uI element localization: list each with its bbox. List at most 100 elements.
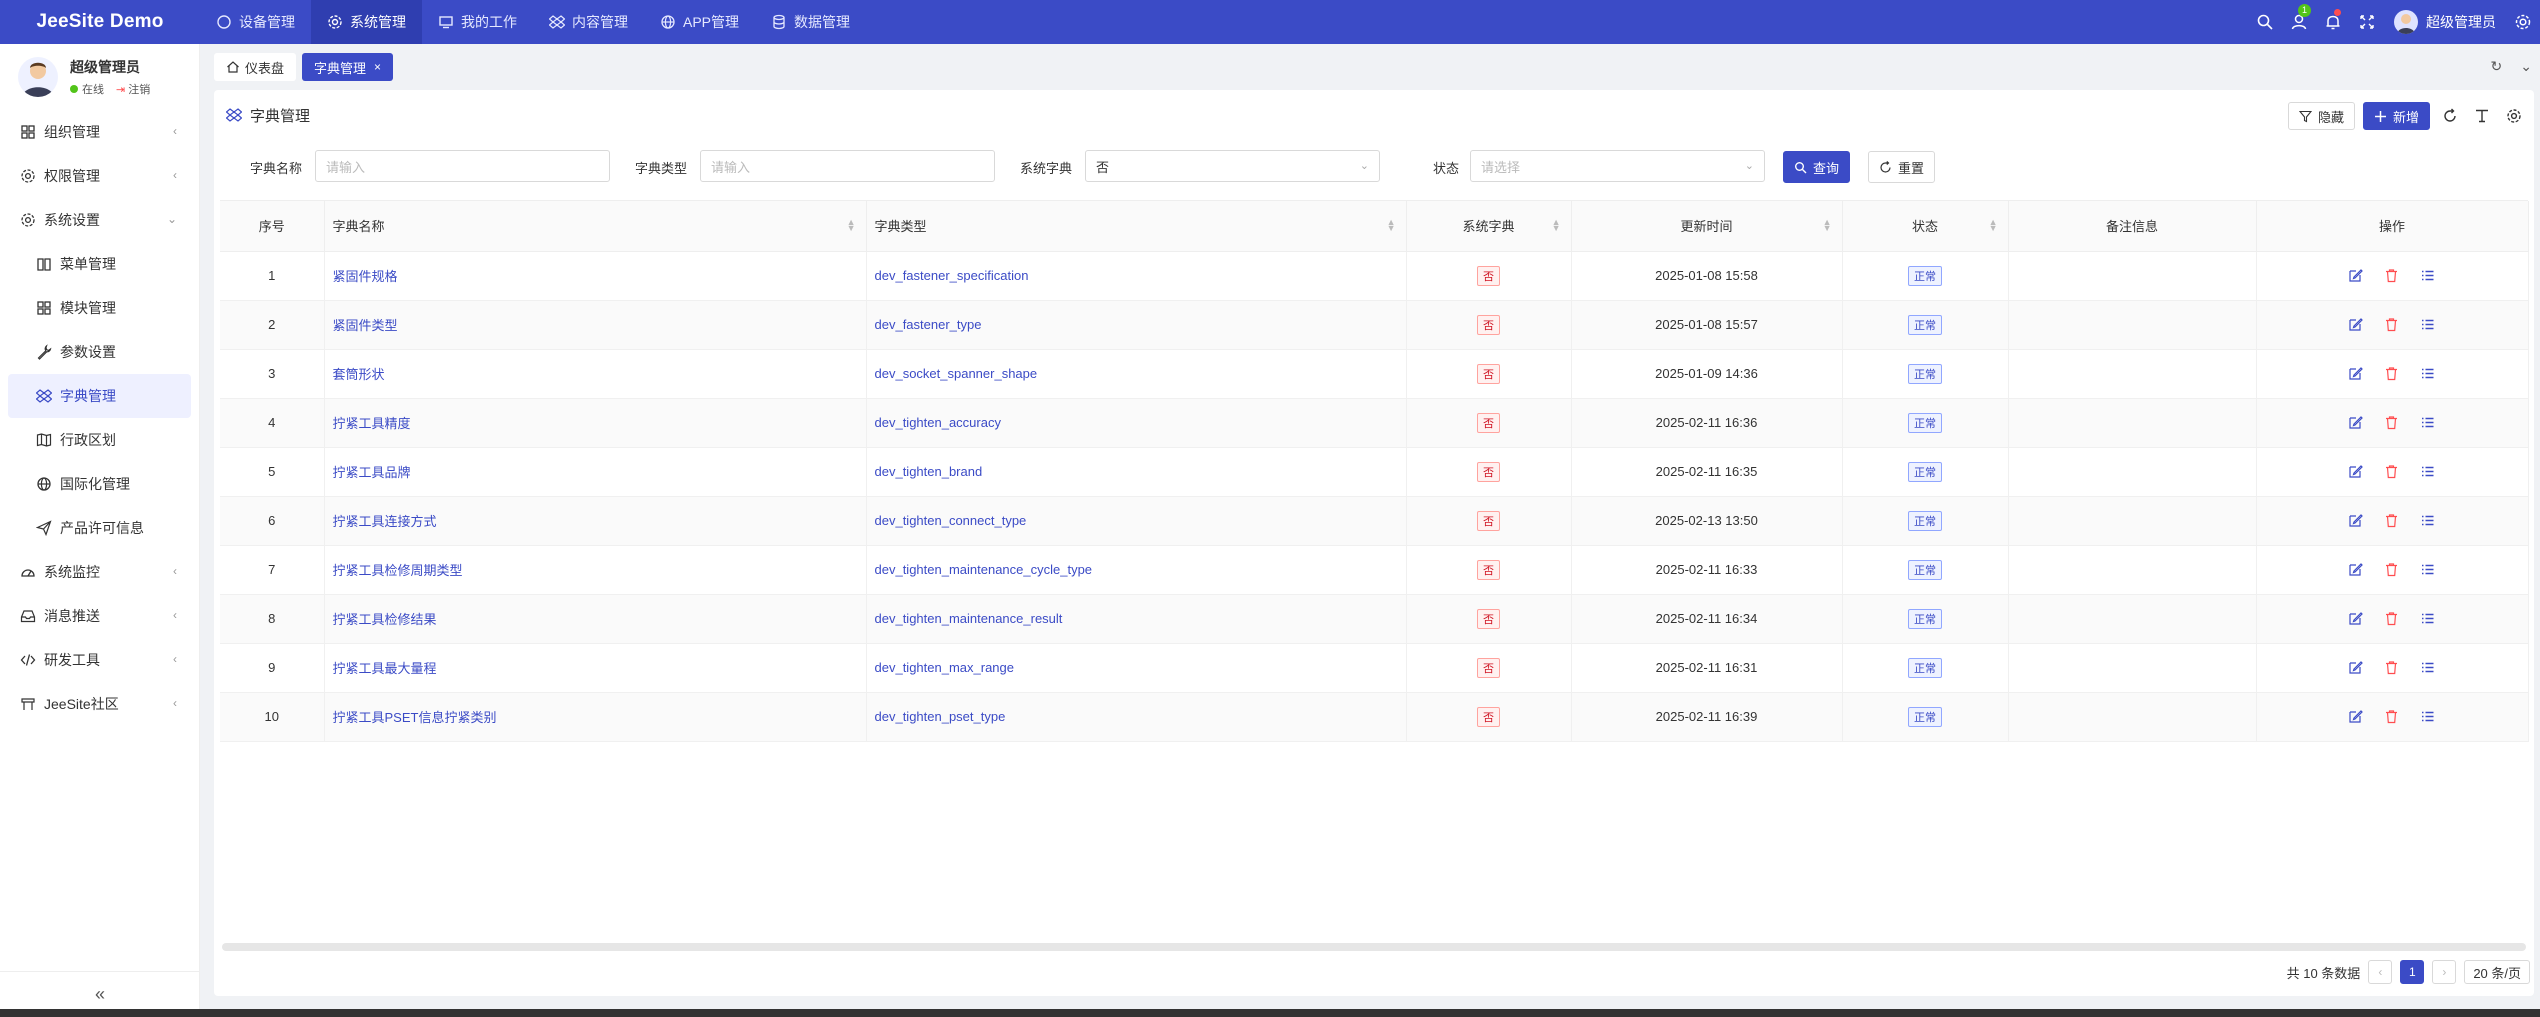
edit-icon[interactable] — [2348, 562, 2364, 578]
delete-icon[interactable] — [2384, 317, 2400, 333]
edit-icon[interactable] — [2348, 513, 2364, 529]
dict-type-link[interactable]: dev_socket_spanner_shape — [875, 366, 1038, 381]
brand-logo[interactable]: JeeSite Demo — [0, 11, 200, 33]
system-dict-select[interactable]: 否 ⌄ — [1085, 150, 1380, 182]
fullscreen-button[interactable] — [2350, 0, 2384, 44]
sort-icon[interactable]: ▲ ▼ — [1387, 218, 1396, 233]
table-row[interactable]: 9 拧紧工具最大量程 dev_tighten_max_range 否 2025-02-1… — [220, 643, 2529, 693]
dict-data-list-icon[interactable] — [2420, 268, 2436, 284]
dict-type-link[interactable]: dev_fastener_specification — [875, 268, 1029, 283]
dict-type-link[interactable]: dev_tighten_maintenance_result — [875, 611, 1063, 626]
chevron-down-icon[interactable]: ⌄ — [2520, 58, 2532, 75]
dict-name-input[interactable]: 请输入 — [315, 150, 610, 182]
dict-name-link[interactable]: 拧紧工具检修周期类型 — [333, 563, 463, 578]
edit-icon[interactable] — [2348, 317, 2364, 333]
edit-icon[interactable] — [2348, 366, 2364, 382]
reset-button[interactable]: 重置 — [1868, 151, 1936, 183]
refresh-icon[interactable]: ↻ — [2491, 58, 2503, 75]
dict-type-link[interactable]: dev_fastener_type — [875, 317, 982, 332]
edit-icon[interactable] — [2348, 709, 2364, 725]
edit-icon[interactable] — [2348, 660, 2364, 676]
sort-icon[interactable]: ▲ ▼ — [847, 218, 856, 233]
sidebar-item-monitor[interactable]: 系统监控 ‹ — [0, 550, 199, 594]
sidebar-item-push[interactable]: 消息推送 ‹ — [0, 594, 199, 638]
table-row[interactable]: 5 拧紧工具品牌 dev_tighten_brand 否 2025-02-11 16:3… — [220, 447, 2529, 497]
col-header-type[interactable]: 字典类型 ▲ ▼ — [866, 201, 1407, 252]
edit-icon[interactable] — [2348, 268, 2364, 284]
dict-type-link[interactable]: dev_tighten_connect_type — [875, 513, 1027, 528]
sidebar-item-community[interactable]: JeeSite社区 ‹ — [0, 682, 199, 726]
dict-name-link[interactable]: 紧固件类型 — [333, 318, 398, 333]
dict-name-link[interactable]: 拧紧工具连接方式 — [333, 514, 437, 529]
sort-icon[interactable]: ▲ ▼ — [1989, 218, 1998, 233]
dict-data-list-icon[interactable] — [2420, 317, 2436, 333]
search-button[interactable] — [2248, 0, 2282, 44]
sidebar-item-permission[interactable]: 权限管理 ‹ — [0, 154, 199, 198]
tab-dict-mgmt[interactable]: 字典管理 × — [302, 53, 394, 81]
online-users-button[interactable]: 1 — [2282, 0, 2316, 44]
status-select[interactable]: 请选择 ⌄ — [1470, 150, 1765, 182]
settings-button[interactable] — [2506, 0, 2540, 44]
delete-icon[interactable] — [2384, 513, 2400, 529]
topnav-item-device[interactable]: 设备管理 — [200, 0, 311, 44]
user-menu[interactable]: 超级管理员 — [2384, 10, 2506, 34]
dict-data-list-icon[interactable] — [2420, 513, 2436, 529]
table-row[interactable]: 10 拧紧工具PSET信息拧紧类别 dev_tighten_pset_type 否 20… — [220, 692, 2529, 742]
column-settings-button[interactable] — [2502, 102, 2526, 130]
dict-data-list-icon[interactable] — [2420, 709, 2436, 725]
dict-data-list-icon[interactable] — [2420, 562, 2436, 578]
edit-icon[interactable] — [2348, 611, 2364, 627]
dict-type-link[interactable]: dev_tighten_accuracy — [875, 415, 1001, 430]
dict-data-list-icon[interactable] — [2420, 415, 2436, 431]
dict-type-link[interactable]: dev_tighten_max_range — [875, 660, 1015, 675]
sidebar-item-params[interactable]: 参数设置 — [0, 330, 199, 374]
table-row[interactable]: 3 套筒形状 dev_socket_spanner_shape 否 2025-01-09… — [220, 349, 2529, 399]
query-button[interactable]: 查询 — [1783, 151, 1851, 183]
logout-icon[interactable]: ⇥ — [116, 83, 125, 96]
topnav-item-app[interactable]: APP管理 — [644, 0, 755, 44]
dict-data-list-icon[interactable] — [2420, 366, 2436, 382]
tab-dashboard[interactable]: 仪表盘 — [214, 53, 297, 81]
add-button[interactable]: 新增 — [2362, 102, 2430, 130]
dict-name-link[interactable]: 拧紧工具PSET信息拧紧类别 — [333, 710, 497, 725]
dict-name-link[interactable]: 拧紧工具检修结果 — [333, 612, 437, 627]
sidebar-item-devtools[interactable]: 研发工具 ‹ — [0, 638, 199, 682]
topnav-item-work[interactable]: 我的工作 — [422, 0, 533, 44]
sidebar-item-dict-mgmt[interactable]: 字典管理 — [8, 374, 191, 418]
delete-icon[interactable] — [2384, 415, 2400, 431]
dict-data-list-icon[interactable] — [2420, 464, 2436, 480]
col-header-time[interactable]: 更新时间 ▲ ▼ — [1571, 201, 1843, 252]
edit-icon[interactable] — [2348, 415, 2364, 431]
delete-icon[interactable] — [2384, 660, 2400, 676]
delete-icon[interactable] — [2384, 611, 2400, 627]
horizontal-scrollbar[interactable] — [222, 943, 2526, 951]
sidebar-item-menu-mgmt[interactable]: 菜单管理 — [0, 242, 199, 286]
dict-type-link[interactable]: dev_tighten_pset_type — [875, 709, 1006, 724]
sidebar-item-org[interactable]: 组织管理 ‹ — [0, 110, 199, 154]
sort-icon[interactable]: ▲ ▼ — [1552, 218, 1561, 233]
reload-button[interactable] — [2438, 102, 2462, 130]
delete-icon[interactable] — [2384, 709, 2400, 725]
table-row[interactable]: 6 拧紧工具连接方式 dev_tighten_connect_type 否 2025-0… — [220, 496, 2529, 546]
sidebar-item-module-mgmt[interactable]: 模块管理 — [0, 286, 199, 330]
edit-icon[interactable] — [2348, 464, 2364, 480]
dict-type-link[interactable]: dev_tighten_maintenance_cycle_type — [875, 562, 1093, 577]
sort-icon[interactable]: ▲ ▼ — [1823, 218, 1832, 233]
next-page-button[interactable]: › — [2432, 960, 2457, 984]
close-icon[interactable]: × — [374, 60, 381, 74]
delete-icon[interactable] — [2384, 268, 2400, 284]
dict-name-link[interactable]: 拧紧工具精度 — [333, 416, 411, 431]
dict-type-link[interactable]: dev_tighten_brand — [875, 464, 983, 479]
table-row[interactable]: 4 拧紧工具精度 dev_tighten_accuracy 否 2025-02-11 1… — [220, 398, 2529, 448]
table-row[interactable]: 8 拧紧工具检修结果 dev_tighten_maintenance_result 否… — [220, 594, 2529, 644]
dict-name-link[interactable]: 拧紧工具最大量程 — [333, 661, 437, 676]
col-header-status[interactable]: 状态 ▲ ▼ — [1842, 201, 2009, 252]
col-header-name[interactable]: 字典名称 ▲ ▼ — [324, 201, 867, 252]
table-row[interactable]: 1 紧固件规格 dev_fastener_specification 否 2025-01… — [220, 251, 2529, 301]
dict-type-input[interactable]: 请输入 — [700, 150, 995, 182]
topnav-item-content[interactable]: 内容管理 — [533, 0, 644, 44]
density-button[interactable] — [2470, 102, 2494, 130]
delete-icon[interactable] — [2384, 366, 2400, 382]
topnav-item-data[interactable]: 数据管理 — [755, 0, 866, 44]
notifications-button[interactable] — [2316, 0, 2350, 44]
